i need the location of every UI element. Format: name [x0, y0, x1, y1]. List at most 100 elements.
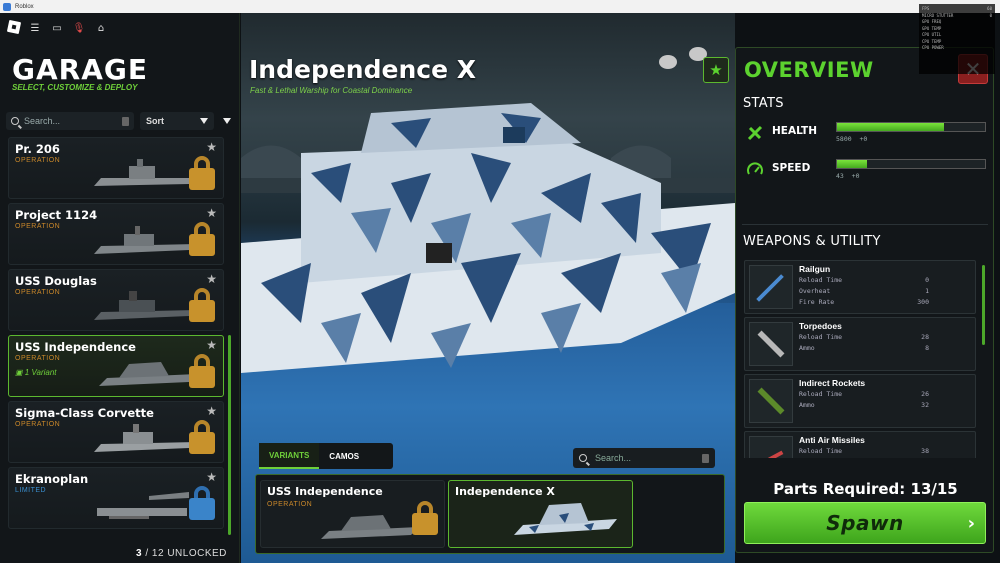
speed-bar-fill [837, 160, 867, 168]
weapon-stat: Reload Time 38 [799, 447, 929, 455]
health-bar-fill [837, 123, 944, 131]
chat-icon[interactable]: ▭ [50, 21, 64, 35]
parts-required: Parts Required: 13/15 [773, 480, 958, 498]
stat-val: 28 [921, 333, 929, 341]
weapon-card-torpedoes[interactable]: Torpedoes Reload Time 28 Ammo 8 [744, 317, 976, 371]
stat-label: SPEED [772, 162, 811, 174]
variant-search-input[interactable]: Search... [573, 448, 715, 468]
lock-icon [189, 420, 215, 454]
favorite-star-icon[interactable]: ★ [206, 404, 217, 418]
lock-icon [189, 222, 215, 256]
ship-name: USS Independence [15, 340, 136, 354]
weapon-card-anti-air-missiles[interactable]: Anti Air Missiles Reload Time 38 [744, 431, 976, 458]
ship-card-sigma-corvette[interactable]: Sigma-Class Corvette OPERATION ★ [8, 401, 224, 463]
unlocked-total: / 12 [145, 548, 165, 559]
ship-title: Independence X [249, 55, 477, 84]
rocket-icon [749, 379, 793, 423]
stat-value: 43 +0 [836, 172, 859, 180]
favorite-star-icon[interactable]: ★ [206, 470, 217, 484]
variant-count: ▣ 1 Variant [15, 368, 57, 377]
microphone-icon[interactable]: 🎙 [72, 21, 86, 35]
ship-card-uss-independence[interactable]: USS Independence OPERATION ▣ 1 Variant ★ [8, 335, 224, 397]
weapon-stat: Ammo 8 [799, 344, 929, 352]
tab-camos[interactable]: CAMOS [319, 443, 369, 469]
ship-card-project1124[interactable]: Project 1124 OPERATION ★ [8, 203, 224, 265]
window-titlebar: Roblox [0, 0, 1000, 13]
weapons-scrollbar[interactable] [982, 265, 985, 345]
hamburger-menu-icon[interactable]: ☰ [28, 21, 42, 35]
clear-search-icon[interactable] [122, 116, 129, 126]
chevron-right-icon: › [967, 513, 975, 534]
weapon-stat: Reload Time 26 [799, 390, 929, 398]
variant-name: USS Independence [267, 485, 383, 498]
ship-list-scrollbar[interactable] [228, 335, 231, 535]
stat-health: HEALTH 5800 +0 [744, 122, 989, 152]
stat-val: 38 [921, 447, 929, 455]
variant-card-independence-x[interactable]: Independence X [448, 480, 633, 548]
favorite-star-icon[interactable]: ★ [206, 140, 217, 154]
torpedo-icon [749, 322, 793, 366]
roblox-menu-icon[interactable] [6, 19, 22, 35]
ship-search-input[interactable]: Search... [6, 112, 134, 130]
weapon-stat: Reload Time 28 [799, 333, 929, 341]
weapon-stat: Overheat 1 [799, 287, 929, 295]
spawn-button[interactable]: Spawn › [744, 502, 986, 544]
favorite-star-button[interactable]: ★ [703, 57, 729, 83]
health-bar [836, 122, 986, 132]
stat-speed: SPEED 43 +0 [744, 159, 989, 189]
lock-icon [189, 156, 215, 190]
favorite-star-icon[interactable]: ★ [206, 206, 217, 220]
weapon-card-indirect-rockets[interactable]: Indirect Rockets Reload Time 26 Ammo 32 [744, 374, 976, 428]
railgun-icon [749, 265, 793, 309]
variant-thumbnail [514, 503, 617, 535]
variant-card-uss-independence[interactable]: USS Independence OPERATION [260, 480, 445, 548]
ship-tag: OPERATION [15, 289, 61, 296]
weapon-stat: Reload Time 0 [799, 276, 929, 284]
favorite-star-icon[interactable]: ★ [206, 338, 217, 352]
roblox-app-icon [3, 2, 11, 11]
stat-value-number: 43 [836, 172, 844, 180]
sort-direction-button[interactable] [219, 112, 235, 130]
perf-row: CPU POWER [922, 45, 944, 50]
overview-panel: OVERVIEW ✕ STATS HEALTH 5800 +0 SPEED 43… [735, 47, 994, 553]
favorite-star-icon[interactable]: ★ [206, 272, 217, 286]
weapon-name: Railgun [799, 264, 831, 274]
stat-val: 32 [921, 401, 929, 409]
weapon-card-railgun[interactable]: Railgun Reload Time 0 Overheat 1 Fire Rate… [744, 260, 976, 314]
health-icon [747, 125, 763, 141]
variant-search-placeholder: Search... [595, 453, 632, 463]
ship-model-camo [241, 103, 735, 373]
ship-card-pr206[interactable]: Pr. 206 OPERATION ★ [8, 137, 224, 199]
ship-name: USS Douglas [15, 274, 97, 288]
tab-variants[interactable]: VARIANTS [259, 443, 320, 469]
ship-card-ekranoplan[interactable]: Ekranoplan LIMITED ★ [8, 467, 224, 529]
weapons-heading: WEAPONS & UTILITY [743, 234, 881, 249]
weapon-name: Torpedoes [799, 321, 842, 331]
ship-name: Ekranoplan [15, 472, 89, 486]
sort-label: Sort [146, 116, 164, 126]
stat-bonus: +0 [851, 172, 860, 180]
search-icon [579, 454, 587, 462]
ship-name: Pr. 206 [15, 142, 60, 156]
garage-title: GARAGE [12, 53, 148, 86]
unlocked-counter: 3 / 12 UNLOCKED [136, 548, 227, 559]
variant-list: USS Independence OPERATION Independence … [255, 474, 725, 554]
stat-label: Reload Time [799, 390, 843, 398]
weapon-stat: Fire Rate 300 [799, 298, 929, 306]
weapon-name: Anti Air Missiles [799, 435, 865, 445]
ship-thumbnail [94, 159, 197, 186]
sort-dropdown[interactable]: Sort [140, 112, 214, 130]
clear-search-icon[interactable] [702, 453, 709, 463]
stat-val: 0 [925, 276, 929, 284]
top-menu-icons: ☰ ▭ 🎙 ⌂ [6, 19, 108, 35]
ship-tag: OPERATION [15, 421, 61, 428]
lock-icon [412, 501, 438, 535]
variant-thumbnail [321, 515, 419, 539]
backpack-icon[interactable]: ⌂ [94, 21, 108, 35]
stat-val: 1 [925, 287, 929, 295]
ship-card-uss-douglas[interactable]: USS Douglas OPERATION ★ [8, 269, 224, 331]
ship-tag: LIMITED [15, 487, 47, 494]
speed-bar [836, 159, 986, 169]
stat-val: 8 [925, 344, 929, 352]
variant-tabs: VARIANTS CAMOS [259, 443, 393, 469]
